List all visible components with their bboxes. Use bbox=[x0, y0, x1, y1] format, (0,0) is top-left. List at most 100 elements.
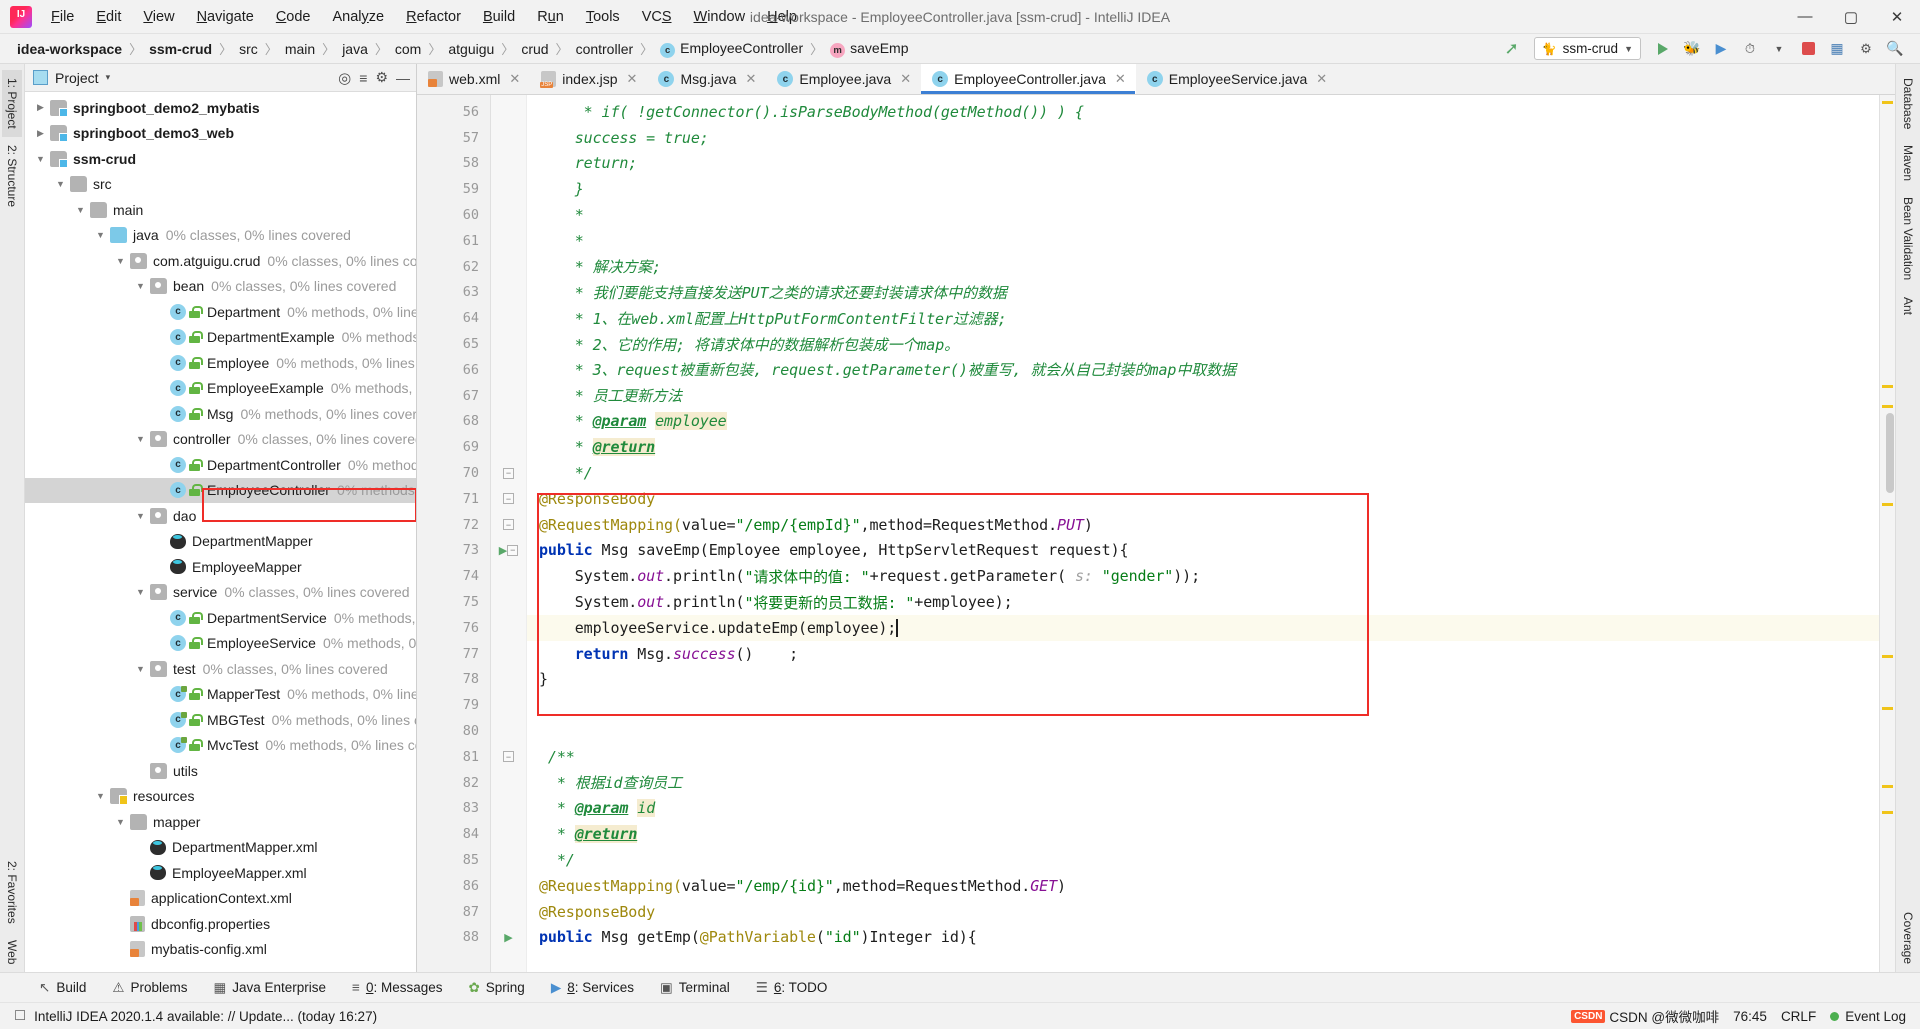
event-log-button[interactable]: Event Log bbox=[1830, 1009, 1906, 1024]
line-number[interactable]: 73 bbox=[417, 538, 490, 564]
line-number[interactable]: 78 bbox=[417, 667, 490, 693]
menu-file[interactable]: File bbox=[40, 4, 85, 30]
tree-node[interactable]: ▶DepartmentMapper.xml bbox=[25, 835, 416, 861]
fold-marker-slot[interactable] bbox=[491, 873, 526, 899]
code-line[interactable]: @RequestMapping(value="/emp/{empId}",met… bbox=[527, 512, 1879, 538]
tree-node[interactable]: ▼test0% classes, 0% lines covered bbox=[25, 656, 416, 682]
line-number[interactable]: 69 bbox=[417, 434, 490, 460]
line-number[interactable]: 63 bbox=[417, 280, 490, 306]
tree-node[interactable]: ▶dbconfig.properties bbox=[25, 911, 416, 937]
fold-marker-slot[interactable]: − bbox=[491, 486, 526, 512]
menu-build[interactable]: Build bbox=[472, 4, 526, 30]
build-icon[interactable]: ➚ bbox=[1499, 37, 1525, 61]
fold-marker-slot[interactable]: − bbox=[491, 512, 526, 538]
tree-node[interactable]: ▶cDepartmentController0% methods, 0% lin… bbox=[25, 452, 416, 478]
tree-node[interactable]: ▼service0% classes, 0% lines covered bbox=[25, 580, 416, 606]
menu-view[interactable]: View bbox=[132, 4, 185, 30]
fold-marker-slot[interactable] bbox=[491, 305, 526, 331]
code-line[interactable]: @ResponseBody bbox=[527, 899, 1879, 925]
code-line[interactable] bbox=[527, 718, 1879, 744]
line-number[interactable]: 77 bbox=[417, 641, 490, 667]
code-line[interactable]: * @return bbox=[527, 821, 1879, 847]
fold-marker-slot[interactable] bbox=[491, 821, 526, 847]
status-message[interactable]: IntelliJ IDEA 2020.1.4 available: // Upd… bbox=[34, 1009, 377, 1024]
fold-marker-slot[interactable] bbox=[491, 434, 526, 460]
close-icon[interactable]: ✕ bbox=[1115, 71, 1126, 87]
breadcrumb-item-com[interactable]: com bbox=[392, 40, 424, 58]
code-line[interactable]: * @param id bbox=[527, 796, 1879, 822]
code-line[interactable]: public Msg saveEmp(Employee employee, Ht… bbox=[527, 538, 1879, 564]
chevron-down-icon[interactable]: ▾ bbox=[106, 72, 111, 83]
editor-scrollbar-thumb[interactable] bbox=[1886, 413, 1894, 493]
hide-icon[interactable]: — bbox=[396, 70, 410, 86]
menu-bar[interactable]: FileEditViewNavigateCodeAnalyzeRefactorB… bbox=[40, 4, 808, 30]
collapse-fold-icon[interactable]: − bbox=[503, 468, 514, 479]
tool-window-bar[interactable]: ↖Build⚠Problems▦Java Enterprise≡0: Messa… bbox=[0, 972, 1920, 1002]
tool-window-button-6-todo[interactable]: ☰6: TODO bbox=[743, 977, 841, 999]
chevron-down-icon[interactable]: ▼ bbox=[135, 587, 146, 598]
breadcrumb-item-employeecontroller[interactable]: cEmployeeController bbox=[657, 39, 806, 59]
line-number[interactable]: 84 bbox=[417, 821, 490, 847]
menu-window[interactable]: Window bbox=[683, 4, 757, 30]
fold-marker-slot[interactable] bbox=[491, 718, 526, 744]
tool-window-button-java-enterprise[interactable]: ▦Java Enterprise bbox=[200, 977, 339, 999]
breadcrumb-item-ssm-crud[interactable]: ssm-crud bbox=[146, 40, 215, 58]
settings-icon[interactable]: ⚙ bbox=[1853, 37, 1879, 61]
tree-node[interactable]: ▶springboot_demo2_mybatis bbox=[25, 95, 416, 121]
tree-node[interactable]: ▼main bbox=[25, 197, 416, 223]
code-line[interactable]: public Msg getEmp(@PathVariable("id")Int… bbox=[527, 925, 1879, 951]
tree-node[interactable]: ▶cMBGTest0% methods, 0% lines covered bbox=[25, 707, 416, 733]
tree-node[interactable]: ▶EmployeeMapper.xml bbox=[25, 860, 416, 886]
chevron-down-icon[interactable]: ▼ bbox=[135, 510, 146, 521]
fold-marker-slot[interactable] bbox=[491, 409, 526, 435]
maximize-button[interactable]: ▢ bbox=[1828, 0, 1874, 34]
tool-window-button-terminal[interactable]: ▣Terminal bbox=[647, 977, 743, 999]
line-number[interactable]: 71 bbox=[417, 486, 490, 512]
fold-marker-slot[interactable] bbox=[491, 202, 526, 228]
fold-marker-slot[interactable]: ▶ bbox=[491, 925, 526, 951]
line-number[interactable]: 60 bbox=[417, 202, 490, 228]
code-line[interactable]: employeeService.updateEmp(employee); bbox=[527, 615, 1879, 641]
close-button[interactable]: ✕ bbox=[1874, 0, 1920, 34]
tree-node[interactable]: ▼bean0% classes, 0% lines covered bbox=[25, 274, 416, 300]
menu-refactor[interactable]: Refactor bbox=[395, 4, 472, 30]
chevron-down-icon[interactable]: ▼ bbox=[75, 204, 86, 215]
breadcrumb-item-controller[interactable]: controller bbox=[573, 40, 637, 58]
locate-icon[interactable]: ◎ bbox=[338, 69, 351, 87]
tool-tab-maven[interactable]: Maven bbox=[1898, 137, 1918, 189]
menu-vcs[interactable]: VCS bbox=[631, 4, 683, 30]
tool-window-button-0-messages[interactable]: ≡0: Messages bbox=[339, 977, 455, 998]
updates-icon[interactable]: ▦ bbox=[1824, 37, 1850, 61]
tree-node[interactable]: ▼dao bbox=[25, 503, 416, 529]
line-number[interactable]: 64 bbox=[417, 305, 490, 331]
tree-node[interactable]: ▶cMapperTest0% methods, 0% lines covered bbox=[25, 682, 416, 708]
tool-window-button-problems[interactable]: ⚠Problems bbox=[99, 977, 200, 999]
fold-marker-slot[interactable] bbox=[491, 99, 526, 125]
code-line[interactable]: * @return bbox=[527, 434, 1879, 460]
code-line[interactable]: * 1、在web.xml配置上HttpPutFormContentFilter过… bbox=[527, 305, 1879, 331]
chevron-down-icon[interactable]: ▼ bbox=[35, 153, 46, 164]
fold-marker-slot[interactable]: − bbox=[491, 460, 526, 486]
chevron-right-icon[interactable]: ▶ bbox=[35, 102, 46, 113]
menu-code[interactable]: Code bbox=[265, 4, 322, 30]
chevron-down-icon[interactable]: ▼ bbox=[95, 230, 106, 241]
tree-node[interactable]: ▶EmployeeMapper bbox=[25, 554, 416, 580]
fold-marker-slot[interactable] bbox=[491, 899, 526, 925]
code-line[interactable]: } bbox=[527, 176, 1879, 202]
code-line[interactable]: */ bbox=[527, 847, 1879, 873]
code-line[interactable]: */ bbox=[527, 460, 1879, 486]
collapse-fold-icon[interactable]: − bbox=[503, 493, 514, 504]
fold-marker-slot[interactable]: − bbox=[491, 744, 526, 770]
close-icon[interactable]: ✕ bbox=[745, 71, 756, 87]
tree-node[interactable]: ▶cDepartment0% methods, 0% lines covered bbox=[25, 299, 416, 325]
tool-tab-web[interactable]: Web bbox=[2, 932, 22, 972]
menu-analyze[interactable]: Analyze bbox=[322, 4, 396, 30]
line-number[interactable]: 62 bbox=[417, 254, 490, 280]
fold-marker-slot[interactable] bbox=[491, 770, 526, 796]
line-number[interactable]: 59 bbox=[417, 176, 490, 202]
line-number[interactable]: 82 bbox=[417, 770, 490, 796]
search-everywhere-icon[interactable]: 🔍 bbox=[1882, 37, 1908, 61]
code-content[interactable]: * if( !getConnector().isParseBodyMethod(… bbox=[527, 95, 1879, 972]
fold-marker-slot[interactable] bbox=[491, 228, 526, 254]
editor-tab-web-xml[interactable]: web.xml✕ bbox=[417, 64, 530, 94]
